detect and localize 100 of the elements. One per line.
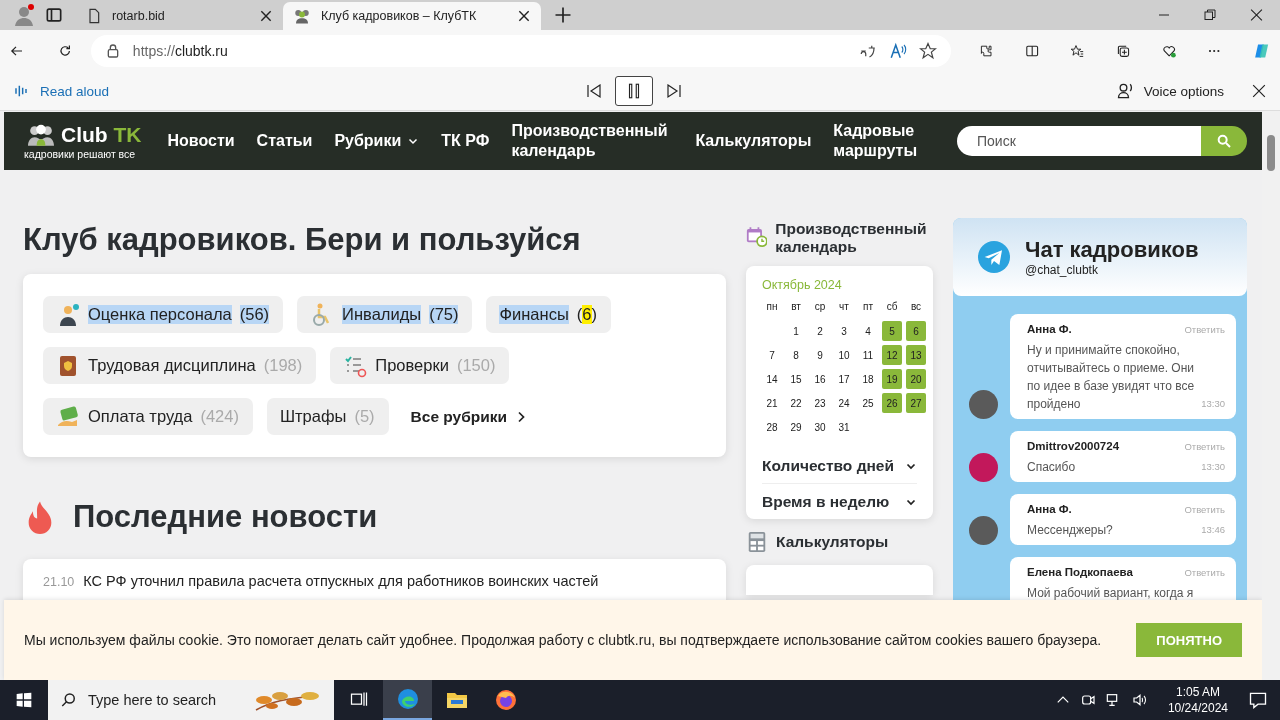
new-tab-icon[interactable] <box>553 5 573 25</box>
firefox-icon[interactable] <box>493 688 518 712</box>
calendar-day[interactable]: 18 <box>858 369 878 389</box>
read-aloud-icon[interactable] <box>888 42 907 60</box>
calendar-day[interactable]: 11 <box>858 345 878 365</box>
voice-options-button[interactable]: Voice options <box>1109 80 1230 102</box>
taskbar-search[interactable]: Type here to search <box>48 680 334 720</box>
calendar-day[interactable]: 8 <box>786 345 806 365</box>
star-icon[interactable] <box>918 42 937 60</box>
calendar-day[interactable]: 3 <box>834 321 854 341</box>
calendar-day[interactable]: 16 <box>810 369 830 389</box>
calendar-day[interactable]: 29 <box>786 417 806 437</box>
previous-icon[interactable] <box>585 82 604 100</box>
message-time: 13:46 <box>1201 523 1225 537</box>
calendar-day[interactable]: 4 <box>858 321 878 341</box>
chat-handle[interactable]: @chat_clubtk <box>1025 263 1199 277</box>
nav-link[interactable]: Статьи <box>256 131 313 151</box>
rubric-chip[interactable]: Оценка персонала (56) <box>43 296 284 333</box>
rubric-chip[interactable]: Штрафы (5) <box>266 398 389 435</box>
calendar-day[interactable]: 6 <box>906 321 926 341</box>
edge-icon[interactable] <box>395 687 420 711</box>
browser-tab[interactable]: rotarb.bid <box>76 2 283 30</box>
nav-link[interactable]: Производственный календарь <box>511 121 674 161</box>
notifications-icon[interactable] <box>1248 690 1268 710</box>
pause-button[interactable] <box>615 76 654 106</box>
calendar-day[interactable]: 1 <box>786 321 806 341</box>
accordion-toggle[interactable]: Количество дней <box>762 449 917 484</box>
meet-now-icon[interactable] <box>1079 692 1096 708</box>
calendar-day[interactable]: 20 <box>906 369 926 389</box>
rubric-chip[interactable]: Оплата труда (424) <box>43 398 253 435</box>
weekday-label: пт <box>863 301 873 314</box>
windows-icon[interactable] <box>16 692 32 708</box>
weekday-label: чт <box>839 301 849 314</box>
calendar-day[interactable]: 17 <box>834 369 854 389</box>
read-aloud-label: Read aloud <box>40 83 110 99</box>
calendar-day[interactable]: 24 <box>834 393 854 413</box>
search-button[interactable] <box>1201 126 1247 156</box>
section-heading: Последние новости <box>73 499 378 535</box>
nav-link[interactable]: Калькуляторы <box>695 131 812 151</box>
browser-tab[interactable]: Клуб кадровиков – КлубТК <box>283 2 541 30</box>
rubric-chip[interactable]: Трудовая дисциплина (198) <box>43 347 317 384</box>
calendar-day[interactable]: 27 <box>906 393 926 413</box>
calendar-day[interactable]: 21 <box>762 393 782 413</box>
message-author: Анна Ф. <box>1027 502 1072 517</box>
calendar-day[interactable]: 28 <box>762 417 782 437</box>
message-time: 13:30 <box>1201 460 1225 474</box>
nav-link[interactable]: Кадровые маршруты <box>833 121 924 161</box>
cookie-text: Мы используем файлы cookie. Это помогает делать сайт удобнее. Продолжая работу с clubtk.ru, вы подтверждаете использование сайтом cookies вашего браузера. <box>24 632 1103 648</box>
chat-title: Чат кадровиков <box>1025 237 1199 263</box>
nav-link[interactable]: ТК РФ <box>441 131 490 151</box>
calendar-day[interactable]: 7 <box>762 345 782 365</box>
volume-icon[interactable] <box>1131 692 1148 708</box>
close-icon[interactable] <box>259 9 273 23</box>
profile-icon[interactable] <box>12 3 36 27</box>
calendar-day[interactable]: 13 <box>906 345 926 365</box>
news-date: 21.10 <box>43 575 75 589</box>
accordion-toggle[interactable]: Время в неделю <box>762 484 917 519</box>
weekday-label: вт <box>791 301 801 314</box>
calendar-day[interactable]: 22 <box>786 393 806 413</box>
money-icon <box>56 404 80 429</box>
calendar-day[interactable]: 12 <box>882 345 902 365</box>
nav-link[interactable]: Новости <box>167 131 235 151</box>
address-bar[interactable]: https://clubtk.ru <box>90 35 951 67</box>
calendar-day[interactable]: 10 <box>834 345 854 365</box>
message-text: Спасибо <box>1027 459 1076 476</box>
next-icon[interactable] <box>665 82 684 100</box>
calendar-day[interactable]: 2 <box>810 321 830 341</box>
weekday-label: вс <box>910 301 922 314</box>
tab-actions-icon[interactable] <box>44 5 64 25</box>
search-icon <box>60 691 78 709</box>
calendar-day[interactable]: 14 <box>762 369 782 389</box>
calendar-day[interactable]: 9 <box>810 345 830 365</box>
message-time: 13:30 <box>1201 397 1225 411</box>
all-rubrics-link[interactable]: Все рубрики <box>402 407 536 426</box>
telegram-icon[interactable] <box>978 241 1010 273</box>
calendar-month: Октябрь 2024 <box>762 278 843 292</box>
calendar-day[interactable]: 31 <box>834 417 854 437</box>
calendar-day[interactable]: 5 <box>882 321 902 341</box>
rubric-chip[interactable]: Инвалиды (75) <box>297 296 473 333</box>
weekday-label: пн <box>766 301 778 314</box>
people-icon <box>293 7 311 25</box>
taskbar-clock[interactable]: 1:05 AM 10/24/2024 <box>1167 684 1228 716</box>
nav-link[interactable]: Рубрики <box>334 131 420 151</box>
close-icon[interactable] <box>1252 84 1266 98</box>
calendar-day[interactable]: 23 <box>810 393 830 413</box>
message-author: Анна Ф. <box>1027 322 1072 337</box>
calendar-day[interactable]: 19 <box>882 369 902 389</box>
logo-text[interactable]: Club TK <box>61 123 142 147</box>
close-icon[interactable] <box>517 9 531 23</box>
page-title: Клуб кадровиков. Бери и пользуйся <box>23 222 582 258</box>
message-author: Dmittrov2000724 <box>1027 439 1120 454</box>
widget-title: Производственный календарь <box>775 220 928 256</box>
calendar-day[interactable]: 30 <box>810 417 830 437</box>
rubric-chip[interactable]: Проверки (150) <box>330 347 510 384</box>
calendar-day[interactable]: 26 <box>882 393 902 413</box>
logo-tagline: кадровики решают все <box>24 148 136 160</box>
calendar-day[interactable]: 15 <box>786 369 806 389</box>
news-link[interactable]: КС РФ уточнил правила расчета отпускных для работников воинских частей <box>83 573 599 589</box>
page-icon <box>86 8 102 24</box>
calendar-day[interactable]: 25 <box>858 393 878 413</box>
